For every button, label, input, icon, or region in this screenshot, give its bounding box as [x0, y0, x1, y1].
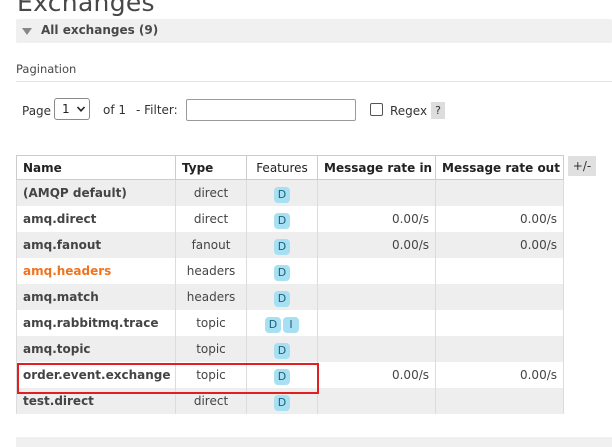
rate-in: 0.00/s	[317, 362, 436, 388]
rate-out	[435, 179, 564, 206]
table-row[interactable]: amq.rabbitmq.trace topic D I	[16, 310, 564, 336]
chevron-down-icon	[76, 106, 86, 112]
table-row[interactable]: amq.match headers D	[16, 284, 564, 310]
rate-out	[435, 258, 564, 284]
exchange-name-link[interactable]: amq.headers	[16, 258, 176, 284]
page-label: Page	[22, 104, 52, 118]
rate-out	[435, 336, 564, 362]
rate-out: 0.00/s	[435, 232, 564, 258]
durable-badge: D	[265, 317, 281, 333]
regex-label: Regex	[390, 104, 428, 118]
col-header-rate-out: Message rate out	[435, 155, 564, 180]
col-header-rate-in: Message rate in	[317, 155, 436, 180]
exchange-type: direct	[175, 179, 247, 206]
exchanges-table: Name Type Features Message rate in Messa…	[16, 155, 564, 414]
table-row[interactable]: amq.fanout fanout D 0.00/s 0.00/s	[16, 232, 564, 258]
regex-help-button[interactable]: ?	[431, 102, 445, 119]
features-cell: D	[246, 179, 318, 206]
section-label: All exchanges (9)	[41, 23, 159, 37]
exchange-name-link[interactable]: (AMQP default)	[16, 179, 176, 206]
durable-badge: D	[274, 213, 290, 229]
rate-in	[317, 310, 436, 336]
exchange-type: direct	[175, 206, 247, 232]
exchange-name-link[interactable]: amq.fanout	[16, 232, 176, 258]
features-cell: D	[246, 362, 318, 388]
exchange-name-link[interactable]: amq.rabbitmq.trace	[16, 310, 176, 336]
rate-in	[317, 258, 436, 284]
exchange-type: topic	[175, 336, 247, 362]
triangle-down-icon	[22, 28, 32, 35]
features-cell: D	[246, 258, 318, 284]
table-row[interactable]: (AMQP default) direct D	[16, 179, 564, 206]
rate-in	[317, 284, 436, 310]
table-header-row: Name Type Features Message rate in Messa…	[16, 155, 564, 180]
table-row[interactable]: amq.topic topic D	[16, 336, 564, 362]
filter-label: - Filter:	[136, 103, 178, 117]
col-header-name[interactable]: Name	[16, 155, 176, 180]
durable-badge: D	[274, 265, 290, 281]
exchange-type: fanout	[175, 232, 247, 258]
exchange-type: direct	[175, 388, 247, 414]
exchange-name-link[interactable]: test.direct	[16, 388, 176, 414]
page-count: of 1	[103, 103, 127, 117]
exchange-name-link[interactable]: order.event.exchange	[16, 362, 176, 388]
durable-badge: D	[274, 369, 290, 385]
col-header-type[interactable]: Type	[175, 155, 247, 180]
table-row[interactable]: test.direct direct D	[16, 388, 564, 414]
rate-in	[317, 388, 436, 414]
exchange-name-link[interactable]: amq.match	[16, 284, 176, 310]
exchange-type: topic	[175, 310, 247, 336]
durable-badge: D	[274, 239, 290, 255]
rate-in: 0.00/s	[317, 232, 436, 258]
col-header-features: Features	[246, 155, 318, 180]
exchange-name-link[interactable]: amq.direct	[16, 206, 176, 232]
features-cell: DI	[246, 310, 318, 336]
features-cell: D	[246, 388, 318, 414]
page-title: Exchanges	[17, 0, 155, 17]
rate-out	[435, 284, 564, 310]
regex-checkbox[interactable]	[370, 103, 383, 116]
features-cell: D	[246, 206, 318, 232]
pagination-label: Pagination	[16, 62, 77, 76]
rate-out	[435, 310, 564, 336]
rate-in: 0.00/s	[317, 206, 436, 232]
internal-badge: I	[283, 317, 299, 333]
exchange-type: headers	[175, 284, 247, 310]
all-exchanges-toggle[interactable]: All exchanges (9)	[16, 19, 612, 43]
rate-in	[317, 336, 436, 362]
page-select[interactable]: 1	[54, 98, 90, 120]
table-row[interactable]: order.event.exchange topic D 0.00/s 0.00/s	[16, 362, 564, 388]
table-row[interactable]: amq.direct direct D 0.00/s 0.00/s	[16, 206, 564, 232]
durable-badge: D	[274, 187, 290, 203]
rate-out	[435, 388, 564, 414]
exchange-name-link[interactable]: amq.topic	[16, 336, 176, 362]
features-cell: D	[246, 284, 318, 310]
page-select-value: 1	[62, 102, 70, 116]
durable-badge: D	[274, 395, 290, 411]
durable-badge: D	[274, 291, 290, 307]
rate-out: 0.00/s	[435, 362, 564, 388]
divider	[16, 81, 612, 82]
exchange-type: topic	[175, 362, 247, 388]
filter-input[interactable]	[186, 99, 356, 121]
next-section-header[interactable]	[16, 437, 612, 447]
table-row[interactable]: amq.headers headers D	[16, 258, 564, 284]
exchange-type: headers	[175, 258, 247, 284]
rate-in	[317, 179, 436, 206]
columns-toggle-button[interactable]: +/-	[568, 156, 596, 176]
features-cell: D	[246, 232, 318, 258]
durable-badge: D	[274, 343, 290, 359]
rate-out: 0.00/s	[435, 206, 564, 232]
features-cell: D	[246, 336, 318, 362]
